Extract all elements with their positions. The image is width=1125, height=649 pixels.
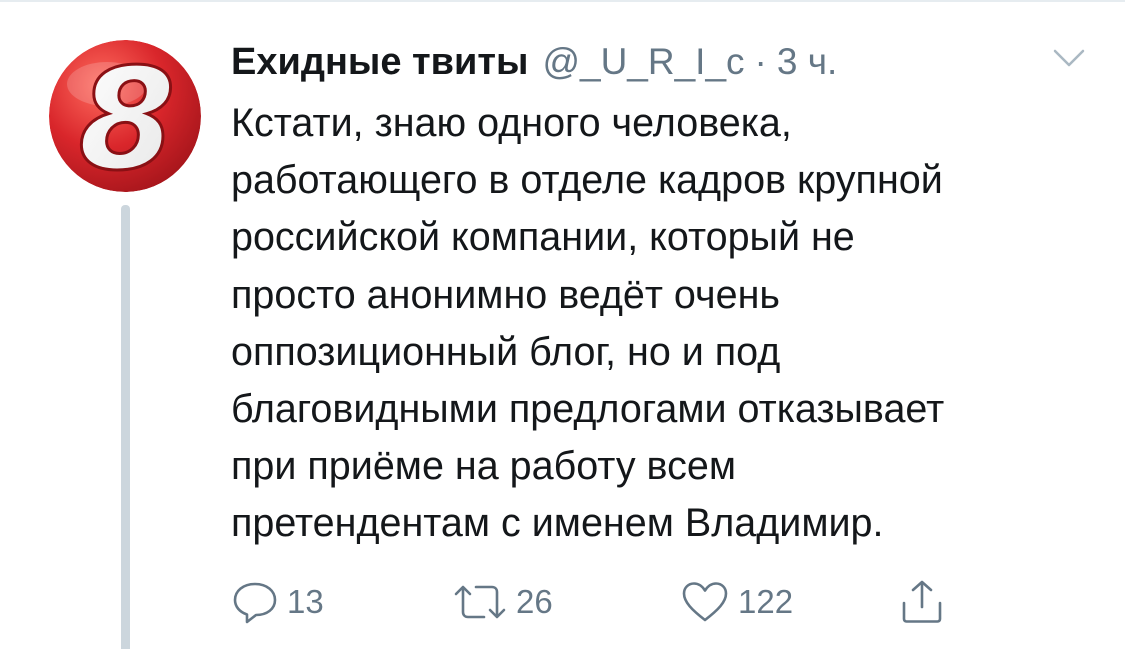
divider: [0, 0, 1125, 2]
tweet-text-line: оппозиционный блог, но и под: [231, 329, 781, 374]
thread-line: [121, 205, 130, 649]
chevron-down-icon[interactable]: [1052, 46, 1086, 70]
heart-icon: [682, 582, 728, 622]
tweet-text-line: российской компании, который не: [231, 215, 855, 260]
avatar[interactable]: 8: [49, 40, 201, 192]
tweet-text-line: благовидными предлогами отказывает: [231, 387, 945, 432]
author-display-name[interactable]: Ехидные твиты: [231, 41, 528, 84]
reply-button[interactable]: 13: [231, 578, 324, 626]
tweet-text-line: работающего в отделе кадров крупной: [231, 158, 943, 203]
separator-dot: ·: [754, 41, 767, 82]
retweet-icon: [454, 585, 506, 619]
tweet-actions: 13 26 122: [231, 578, 991, 626]
reply-icon: [233, 582, 277, 624]
tweet-text-line: при приёме на работу всем: [231, 444, 736, 489]
share-button[interactable]: [899, 578, 945, 626]
retweet-button[interactable]: 26: [452, 578, 553, 626]
avatar-glyph: 8: [78, 40, 175, 192]
tweet-header: Ехидные твиты @_U_R_I_c · 3 ч.: [231, 40, 837, 84]
number-8-logo-icon: 8: [49, 40, 201, 192]
share-icon: [902, 580, 942, 623]
tweet-text-line: Кстати, знаю одного человека,: [231, 101, 792, 145]
tweet-text-line: просто анонимно ведёт очень: [231, 272, 780, 317]
author-handle[interactable]: @_U_R_I_c: [542, 41, 744, 83]
reply-count: 13: [287, 583, 324, 620]
tweet-text-line: претендентам с именем Владимир.: [231, 501, 884, 546]
retweet-count: 26: [516, 583, 553, 620]
tweet-text: Кстати, знаю одного человека, работающег…: [231, 95, 1091, 553]
tweet[interactable]: 8 Ехидные твиты @_U_R_I_c · 3 ч. Кстати,…: [0, 0, 1125, 649]
like-button[interactable]: 122: [680, 578, 793, 626]
like-count: 122: [738, 583, 794, 620]
tweet-timestamp[interactable]: 3 ч.: [777, 41, 837, 83]
